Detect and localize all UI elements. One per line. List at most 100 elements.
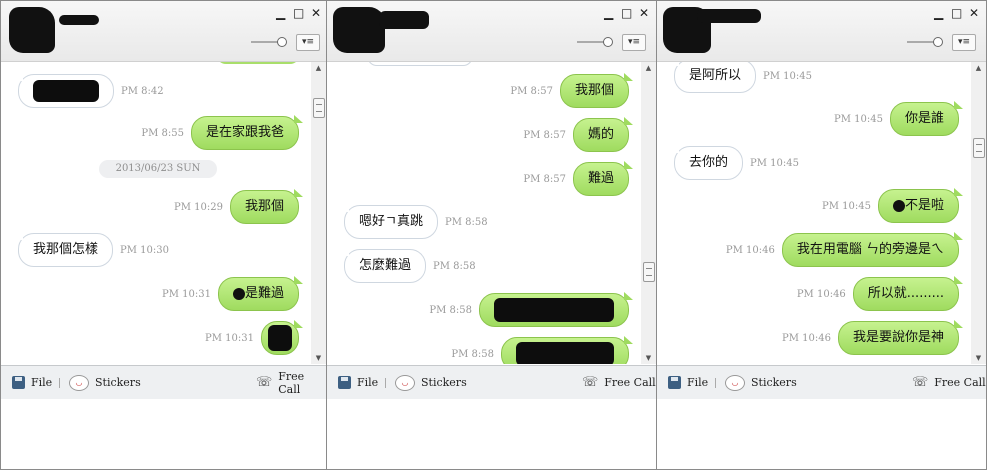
free-call-button[interactable]: ☏ Free Call [912, 366, 986, 399]
message-row: 嗯好ㄱ真跳 PM 8:58 [340, 204, 495, 239]
message-row: PM 10:31 [198, 320, 303, 355]
scroll-thumb[interactable] [973, 138, 985, 158]
chat-scrollbar[interactable]: ▲ ▼ [311, 62, 326, 364]
file-button[interactable]: File [668, 366, 708, 399]
floppy-disk-icon [338, 376, 351, 389]
message-bubble[interactable]: 我在用電腦 ㄣ的旁邊是ㄟ [781, 232, 964, 267]
redacted-character [892, 199, 905, 212]
free-call-label: Free Call [278, 369, 305, 396]
stickers-label: Stickers [95, 376, 141, 389]
redacted-avatar[interactable] [9, 7, 55, 53]
message-bubble[interactable]: 嗯好ㄱ真跳 [340, 204, 438, 239]
scroll-up-icon[interactable]: ▲ [971, 64, 986, 72]
message-list: 我那個 PM 8:57 媽的 PM 8:57 難過 PM 8:57 嗯好ㄱ真跳 … [327, 62, 641, 364]
partial-message-bubble [216, 62, 300, 64]
menu-dropdown-icon[interactable]: ▾≡ [296, 34, 320, 51]
scroll-down-icon[interactable]: ▼ [641, 354, 656, 362]
message-row: PM 8:58 [422, 292, 633, 327]
free-call-button[interactable]: ☏ Free Call [256, 366, 326, 399]
sticker-face-icon: ◡ [69, 374, 89, 391]
message-row: 你是誰 PM 10:45 [827, 101, 964, 136]
message-time: PM 8:58 [451, 348, 494, 360]
message-input[interactable] [1, 399, 326, 469]
scroll-down-icon[interactable]: ▼ [971, 354, 986, 362]
minimize-icon[interactable]: ▁ [934, 7, 943, 19]
message-bubble[interactable]: 難過 [572, 161, 634, 196]
file-button[interactable]: File [12, 366, 52, 399]
message-bubble[interactable]: 媽的 [572, 117, 634, 152]
message-bubble[interactable]: 我那個怎樣 [13, 232, 114, 267]
sticker-face-icon: ◡ [725, 374, 745, 391]
maximize-icon[interactable]: □ [951, 7, 962, 19]
volume-slider[interactable] [577, 37, 613, 47]
chat-toolbar: File ◡ Stickers ☏ Free Call [1, 365, 326, 400]
free-call-label: Free Call [934, 376, 986, 389]
close-icon[interactable]: ✕ [639, 7, 649, 19]
scroll-thumb[interactable] [643, 262, 655, 282]
chat-window-3: ▁ □ ✕ ▾≡ 是阿所以 PM 10:45 你是誰 PM 10:45 去你的 … [656, 0, 987, 470]
message-row: 我是要說你是神 PM 10:46 [775, 320, 964, 355]
message-bubble[interactable]: 我那個 [559, 73, 634, 108]
message-row: 難過 PM 8:57 [516, 161, 634, 196]
message-bubble[interactable]: 是阿所以 [669, 62, 757, 93]
message-bubble[interactable]: 去你的 [669, 145, 744, 180]
message-bubble[interactable]: 是難過 [217, 276, 304, 311]
chat-scrollbar[interactable]: ▲ ▼ [641, 62, 656, 364]
stickers-button[interactable]: ◡ Stickers [725, 366, 797, 399]
message-row: PM 8:58 [444, 336, 633, 364]
scroll-thumb[interactable] [313, 98, 325, 118]
message-row: 我那個怎樣 PM 10:30 [13, 232, 176, 267]
message-time: PM 8:57 [523, 129, 566, 141]
message-bubble[interactable]: 不是啦 [877, 188, 964, 223]
message-time: PM 8:42 [121, 85, 164, 97]
message-row: PM 8:42 [14, 73, 171, 108]
message-time: PM 10:46 [796, 288, 846, 300]
message-bubble[interactable] [14, 73, 114, 108]
scroll-up-icon[interactable]: ▲ [641, 64, 656, 72]
maximize-icon[interactable]: □ [293, 7, 304, 19]
free-call-button[interactable]: ☏ Free Call [582, 366, 656, 399]
message-bubble[interactable]: 我是要說你是神 [837, 320, 964, 355]
maximize-icon[interactable]: □ [621, 7, 632, 19]
message-time: PM 10:45 [834, 113, 883, 125]
message-time: PM 8:57 [510, 85, 553, 97]
minimize-icon[interactable]: ▁ [276, 7, 285, 19]
message-time: PM 10:46 [782, 332, 831, 344]
file-button[interactable]: File [338, 366, 378, 399]
message-bubble[interactable]: 我那個 [229, 189, 304, 224]
message-bubble[interactable]: 是在家跟我爸 [190, 115, 304, 150]
volume-slider[interactable] [251, 37, 287, 47]
phone-icon: ☏ [256, 375, 273, 390]
minimize-icon[interactable]: ▁ [604, 7, 613, 19]
message-input[interactable] [657, 399, 986, 469]
chat-scrollbar[interactable]: ▲ ▼ [971, 62, 986, 364]
message-time: PM 8:58 [429, 304, 472, 316]
message-row: 怎麼難過 PM 8:58 [339, 248, 483, 283]
stickers-label: Stickers [751, 376, 797, 389]
menu-dropdown-icon[interactable]: ▾≡ [622, 34, 646, 51]
file-label: File [357, 376, 379, 389]
menu-dropdown-icon[interactable]: ▾≡ [952, 34, 976, 51]
message-time: PM 10:45 [822, 200, 871, 212]
message-bubble[interactable] [479, 292, 633, 327]
file-label: File [687, 376, 709, 389]
message-bubble[interactable]: 所以就......... [852, 276, 964, 311]
redacted-contact-name [697, 9, 761, 23]
message-bubble[interactable] [501, 336, 633, 364]
close-icon[interactable]: ✕ [311, 7, 321, 19]
close-icon[interactable]: ✕ [969, 7, 979, 19]
message-row: 是阿所以 PM 10:45 [669, 62, 819, 93]
stickers-label: Stickers [421, 376, 467, 389]
stickers-button[interactable]: ◡ Stickers [395, 366, 467, 399]
volume-slider[interactable] [907, 37, 943, 47]
chat-window-1: ▁ □ ✕ ▾≡ PM 8:42 是在家跟我爸 PM 8:55 2013/06/… [0, 0, 327, 470]
stickers-button[interactable]: ◡ Stickers [69, 366, 141, 399]
message-list: 是阿所以 PM 10:45 你是誰 PM 10:45 去你的 PM 10:45 … [657, 62, 971, 364]
message-bubble[interactable] [261, 320, 303, 355]
message-bubble[interactable]: 你是誰 [889, 101, 964, 136]
scroll-down-icon[interactable]: ▼ [311, 354, 326, 362]
scroll-up-icon[interactable]: ▲ [311, 64, 326, 72]
message-bubble[interactable]: 怎麼難過 [339, 248, 427, 283]
redacted-avatar[interactable] [333, 7, 385, 53]
message-input[interactable] [327, 399, 656, 469]
